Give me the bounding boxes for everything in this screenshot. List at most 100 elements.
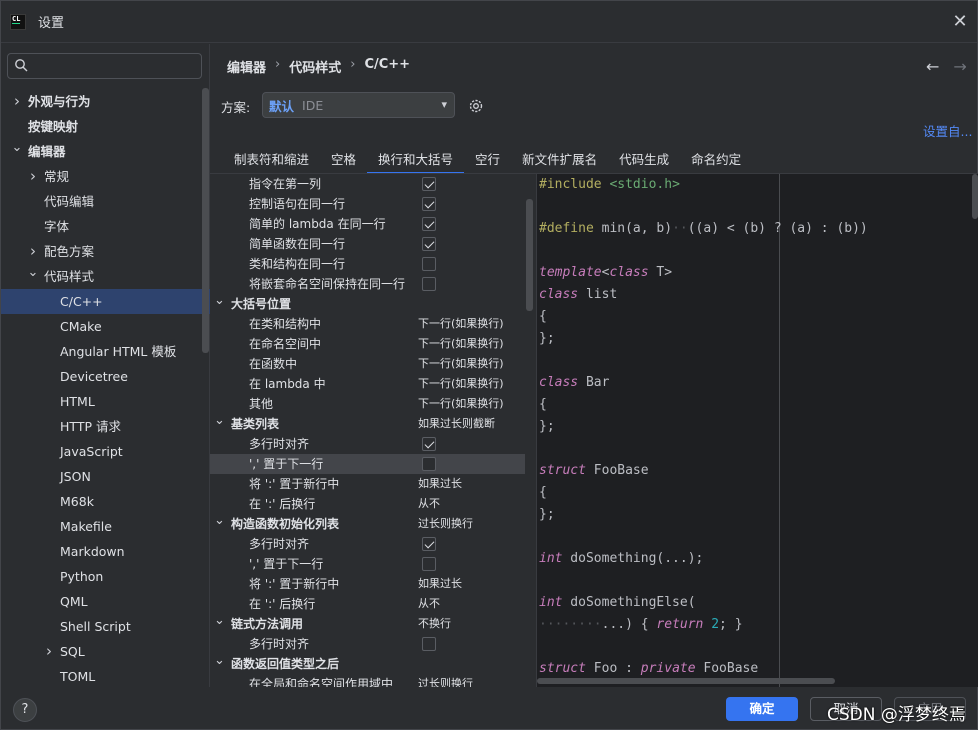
option-value[interactable]: 下一行(如果换行) [418,334,504,354]
option-value[interactable]: 过长则换行 [418,674,473,687]
tab[interactable]: 换行和大括号 [367,148,465,174]
option-value[interactable]: 过长则换行 [418,514,473,534]
option-row[interactable]: 将 ':' 置于新行中 如果过长 [210,474,525,494]
chevron-down-icon[interactable]: ⌄ [11,135,23,160]
option-value[interactable]: 下一行(如果换行) [418,394,504,414]
option-row[interactable]: 在函数中 下一行(如果换行) [210,354,525,374]
breadcrumb-item[interactable]: 编辑器 [227,57,266,76]
option-value[interactable]: 如果过长 [418,574,462,594]
option-value[interactable]: 下一行(如果换行) [418,354,504,374]
sidebar-item[interactable]: ⌄ 编辑器 [1,139,210,164]
sidebar-item[interactable]: 代码编辑 [1,189,210,214]
option-row[interactable]: 将 ':' 置于新行中 如果过长 [210,574,525,594]
option-group[interactable]: ⌄ 大括号位置 [210,291,525,314]
option-row[interactable]: 将嵌套命名空间保持在同一行 [210,274,525,294]
option-row[interactable]: 多行时对齐 [210,534,525,554]
option-checkbox[interactable] [422,217,436,231]
gear-icon[interactable] [467,97,485,115]
chevron-right-icon[interactable]: › [27,164,39,189]
sidebar-item[interactable]: HTML [1,389,210,414]
sidebar-scrollbar[interactable] [202,88,209,353]
option-row[interactable]: 其他 下一行(如果换行) [210,394,525,414]
option-row[interactable]: 在 ':' 后换行 从不 [210,494,525,514]
tab[interactable]: 空行 [464,148,511,174]
tab[interactable]: 制表符和缩进 [223,148,320,174]
option-row[interactable]: ',' 置于下一行 [210,454,525,474]
chevron-down-icon[interactable]: ⌄ [214,411,225,431]
sidebar-item[interactable]: Python [1,564,210,589]
option-row[interactable]: 控制语句在同一行 [210,194,525,214]
chevron-down-icon[interactable]: ⌄ [214,651,225,671]
preview-vscrollbar[interactable] [972,174,978,219]
option-value[interactable]: 如果过长则截断 [418,414,495,434]
option-checkbox[interactable] [422,197,436,211]
option-row[interactable]: 多行时对齐 [210,434,525,454]
option-row[interactable]: 简单函数在同一行 [210,234,525,254]
tab[interactable]: 空格 [320,148,367,174]
option-value[interactable]: 从不 [418,594,440,614]
help-button[interactable]: ? [13,698,37,722]
sidebar-item[interactable]: › 常规 [1,164,210,189]
ok-button[interactable]: 确定 [726,697,798,721]
option-checkbox[interactable] [422,237,436,251]
tab[interactable]: 命名约定 [680,148,752,174]
option-group[interactable]: ⌄ 构造函数初始化列表 过长则换行 [210,511,525,534]
chevron-down-icon[interactable]: ⌄ [214,511,225,531]
option-value[interactable]: 如果过长 [418,474,462,494]
option-checkbox[interactable] [422,537,436,551]
set-from-link[interactable]: 设置自... [923,121,972,140]
option-checkbox[interactable] [422,637,436,651]
option-row[interactable]: 在 ':' 后换行 从不 [210,594,525,614]
option-checkbox[interactable] [422,277,436,291]
forward-arrow-icon[interactable]: → [953,57,966,76]
option-checkbox[interactable] [422,437,436,451]
sidebar-item[interactable]: Shell Script [1,614,210,639]
option-checkbox[interactable] [422,257,436,271]
chevron-down-icon[interactable]: ⌄ [27,260,39,285]
chevron-right-icon[interactable]: › [11,89,23,114]
option-row[interactable]: 指令在第一列 [210,174,525,194]
sidebar-item[interactable]: Angular HTML 模板 [1,339,210,364]
sidebar-item[interactable]: M68k [1,489,210,514]
option-row[interactable]: 在命名空间中 下一行(如果换行) [210,334,525,354]
breadcrumb-item[interactable]: 代码样式 [289,57,341,76]
tab[interactable]: 代码生成 [608,148,680,174]
option-row[interactable]: 多行时对齐 [210,634,525,654]
sidebar-item[interactable]: JavaScript [1,439,210,464]
option-value[interactable]: 下一行(如果换行) [418,314,504,334]
option-group[interactable]: ⌄ 链式方法调用 不换行 [210,611,525,634]
option-value[interactable]: 不换行 [418,614,451,634]
options-scrollbar[interactable] [526,199,533,311]
sidebar-item[interactable]: Markdown [1,539,210,564]
chevron-down-icon[interactable]: ⌄ [214,291,225,311]
option-checkbox[interactable] [422,457,436,471]
sidebar-item[interactable]: CMake [1,314,210,339]
option-checkbox[interactable] [422,557,436,571]
sidebar-item[interactable]: 字体 [1,214,210,239]
sidebar-item[interactable]: Makefile [1,514,210,539]
chevron-right-icon[interactable]: › [43,639,55,664]
option-row[interactable]: ',' 置于下一行 [210,554,525,574]
option-value[interactable]: 从不 [418,494,440,514]
option-row[interactable]: 类和结构在同一行 [210,254,525,274]
sidebar-item[interactable]: JSON [1,464,210,489]
sidebar-item[interactable]: QML [1,589,210,614]
sidebar-item[interactable]: 按键映射 [1,114,210,139]
option-row[interactable]: 在 lambda 中 下一行(如果换行) [210,374,525,394]
sidebar-item[interactable]: › 外观与行为 [1,89,210,114]
chevron-down-icon[interactable]: ⌄ [214,611,225,631]
sidebar-item[interactable]: Devicetree [1,364,210,389]
sidebar-item[interactable]: HTTP 请求 [1,414,210,439]
option-checkbox[interactable] [422,177,436,191]
search-input[interactable] [7,53,202,79]
sidebar-item[interactable]: TOML [1,664,210,689]
option-value[interactable]: 下一行(如果换行) [418,374,504,394]
option-group[interactable]: ⌄ 函数返回值类型之后 [210,651,525,674]
tab[interactable]: 新文件扩展名 [511,148,608,174]
option-group[interactable]: ⌄ 基类列表 如果过长则截断 [210,411,525,434]
preview-hscrollbar[interactable] [537,678,835,684]
back-arrow-icon[interactable]: ← [926,57,939,76]
option-row[interactable]: 在全局和命名空间作用域中 过长则换行 [210,674,525,687]
option-row[interactable]: 简单的 lambda 在同一行 [210,214,525,234]
scheme-dropdown[interactable]: 默认 IDE ▾ [262,92,455,118]
